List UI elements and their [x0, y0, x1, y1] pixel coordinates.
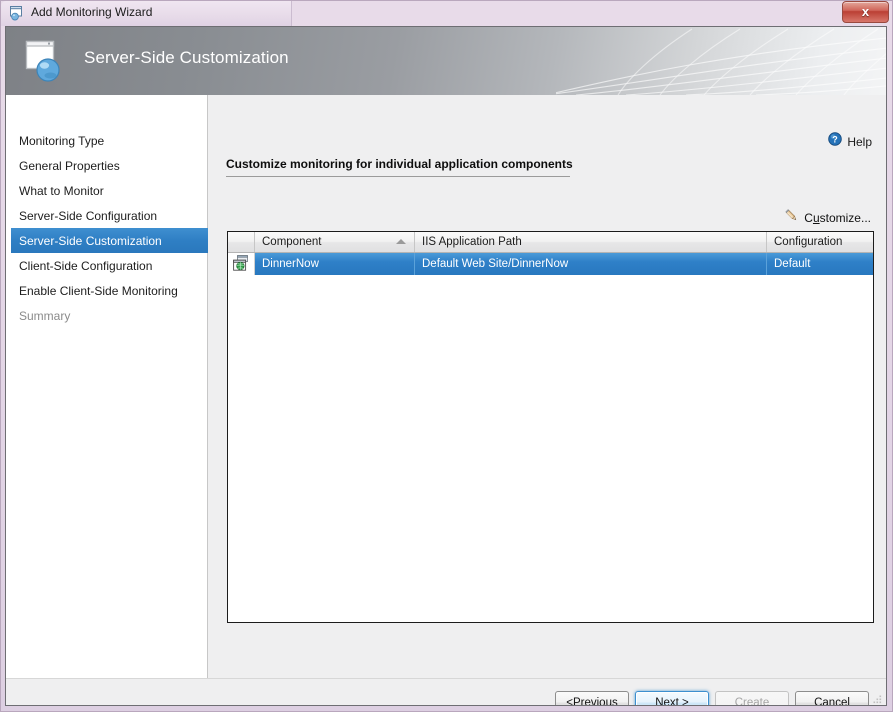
sort-ascending-icon [396, 239, 406, 244]
main-content: ? Help Customize monitoring for individu… [208, 95, 886, 678]
row-cell-configuration: Default [774, 258, 811, 270]
cancel-button[interactable]: Cancel [795, 691, 869, 705]
customize-button[interactable]: Customize... [784, 208, 871, 228]
section-divider [226, 176, 570, 177]
row-cell-iis-application-path: Default Web Site/DinnerNow [415, 253, 767, 275]
server-sphere-icon [24, 39, 72, 85]
row-cell-component: DinnerNow [255, 253, 415, 275]
help-question-icon: ? [828, 132, 843, 151]
sidebar-item-server-side-customization[interactable]: Server-Side Customization [11, 228, 208, 253]
sidebar-item-label: What to Monitor [19, 183, 104, 198]
sidebar-item-label: General Properties [19, 158, 120, 173]
grid-column-header-icon[interactable] [228, 232, 255, 252]
banner-mesh-decoration [556, 28, 886, 95]
wizard-button-bar: < Previous Next > Cr eate Cancel [555, 691, 869, 705]
sidebar-item-server-side-configuration[interactable]: Server-Side Configuration [11, 203, 207, 228]
banner-title: Server-Side Customization [84, 48, 289, 67]
sidebar-item-label: Server-Side Customization [19, 233, 162, 248]
wizard-banner: Server-Side Customization [6, 27, 886, 95]
row-icon-cell [228, 253, 255, 275]
sidebar-item-summary: Summary [11, 303, 207, 328]
grid-column-header-configuration[interactable]: Configuration [767, 232, 873, 252]
footer-bar: < Previous Next > Cr eate Cancel [6, 678, 886, 705]
grid-column-header-component[interactable]: Component [255, 232, 415, 252]
pencil-icon [784, 208, 799, 228]
wizard-window-icon [9, 5, 25, 21]
web-application-icon [232, 254, 250, 274]
window-client-area: Server-Side Customization Monitoring Typ… [5, 26, 887, 706]
grid-header-row: Component IIS Application Path Configura… [228, 232, 873, 253]
sidebar-item-enable-client-side-monitoring[interactable]: Enable Client-Side Monitoring [11, 278, 207, 303]
add-monitoring-wizard-window: Add Monitoring Wizard x Server-Side Cust… [0, 0, 893, 712]
customize-label: Customize... [804, 211, 871, 225]
page-title: Customize monitoring for individual appl… [226, 157, 573, 171]
sidebar-item-label: Server-Side Configuration [19, 208, 158, 223]
sidebar-item-label: Summary [19, 308, 71, 323]
help-label: Help [847, 134, 872, 149]
grid-column-label: Configuration [774, 236, 843, 248]
close-button[interactable]: x [842, 1, 889, 23]
sidebar-item-label: Monitoring Type [19, 133, 105, 148]
sidebar-item-client-side-configuration[interactable]: Client-Side Configuration [11, 253, 207, 278]
svg-text:?: ? [833, 134, 839, 144]
sidebar-item-label: Client-Side Configuration [19, 258, 153, 273]
table-row[interactable]: DinnerNow Default Web Site/DinnerNow Def… [228, 253, 873, 275]
grid-column-label: IIS Application Path [422, 236, 522, 248]
close-icon: x [861, 4, 870, 19]
sidebar-item-general-properties[interactable]: General Properties [11, 153, 207, 178]
sidebar-item-monitoring-type[interactable]: Monitoring Type [11, 128, 207, 153]
titlebar: Add Monitoring Wizard x [0, 0, 893, 26]
sidebar-item-what-to-monitor[interactable]: What to Monitor [11, 178, 207, 203]
wizard-steps-sidebar: Monitoring Type General Properties What … [6, 95, 208, 678]
window-title: Add Monitoring Wizard [31, 5, 153, 19]
components-grid: Component IIS Application Path Configura… [227, 231, 874, 623]
help-link[interactable]: ? Help [828, 132, 872, 151]
grid-column-label: Component [262, 236, 322, 248]
next-button[interactable]: Next > [635, 691, 709, 705]
grid-column-header-iis-application-path[interactable]: IIS Application Path [415, 232, 767, 252]
sidebar-item-label: Enable Client-Side Monitoring [19, 283, 178, 298]
create-button: Cr eate [715, 691, 789, 705]
previous-button[interactable]: < Previous [555, 691, 629, 705]
resize-grip-icon[interactable] [871, 693, 883, 705]
